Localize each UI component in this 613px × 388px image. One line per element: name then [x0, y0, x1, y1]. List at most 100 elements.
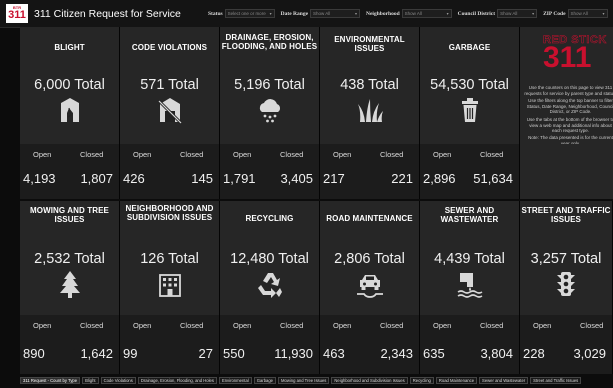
- trash-can-icon: [461, 98, 478, 122]
- open-label: Open: [33, 321, 52, 330]
- open-closed-counts: Open Closed 4,193 1,807: [20, 144, 120, 199]
- open-label: Open: [133, 321, 152, 330]
- chevron-down-icon: ▾: [355, 11, 358, 16]
- filter-value: Select one or more: [227, 11, 266, 16]
- category-panel-neighborhood-and-subdivision-issues[interactable]: NEIGHBORHOOD AND SUBDIVISION ISSUES 126 T…: [120, 201, 220, 315]
- sheet-tab-environmental[interactable]: Environmental: [218, 377, 252, 384]
- sheet-tab-recycling[interactable]: Recycling: [409, 377, 434, 384]
- category-panel-road-maintenance[interactable]: ROAD MAINTENANCE 2,806 Total: [320, 201, 420, 315]
- sheet-tab-neighborhood-and-subdivision-issues[interactable]: Neighborhood and Subdivision Issues: [331, 377, 408, 384]
- closed-count: 1,642: [80, 346, 113, 361]
- sheet-tab-street-and-traffic-issues[interactable]: Street and Traffic Issues: [530, 377, 582, 384]
- category-total: 4,439 Total: [434, 251, 505, 267]
- filter-dropdown[interactable]: Select one or more ▾: [224, 9, 275, 18]
- open-count: 4,193: [23, 171, 56, 186]
- category-total: 2,532 Total: [34, 251, 105, 267]
- app-title: 311 Citizen Request for Service: [34, 7, 181, 20]
- rain-cloud-icon: [259, 99, 280, 123]
- category-title: CODE VIOLATIONS: [131, 43, 208, 52]
- closed-count: 51,634: [473, 171, 513, 186]
- closed-label: Closed: [580, 321, 604, 330]
- sheet-tab-sewer-and-wastewater[interactable]: Sewer and Wastewater: [479, 377, 529, 384]
- open-count: 463: [323, 346, 345, 361]
- category-panel-sewer-and-wastewater[interactable]: SEWER AND WASTEWATER 4,439 Total: [420, 201, 520, 315]
- category-title: DRAINAGE, EROSION, FLOODING, AND HOLES: [221, 33, 318, 51]
- grass-icon: [357, 99, 383, 122]
- closed-label: Closed: [80, 150, 104, 159]
- filter-dropdown[interactable]: Show All ▾: [310, 9, 361, 18]
- closed-count: 3,804: [480, 346, 513, 361]
- sheet-tab-blight[interactable]: Blight: [82, 377, 99, 384]
- category-panel-recycling[interactable]: RECYCLING 12,480 Total: [220, 201, 320, 315]
- open-label: Open: [333, 321, 352, 330]
- closed-label: Closed: [80, 321, 104, 330]
- recycle-icon: [257, 273, 282, 298]
- open-label: Open: [233, 321, 252, 330]
- category-panel-code-violations[interactable]: CODE VIOLATIONS 571 Total: [120, 27, 220, 144]
- filter-label: ZIP Code: [543, 10, 566, 17]
- category-total: 54,530 Total: [430, 77, 509, 93]
- info-panel-continuation: [520, 144, 613, 199]
- filter-council-district: Council District Show All ▾: [458, 9, 538, 18]
- filter-date-range: Date Range Show All ▾: [281, 9, 361, 18]
- category-panel-garbage[interactable]: GARBAGE 54,530 Total: [420, 27, 520, 144]
- filter-value: Show All: [500, 11, 518, 16]
- category-total: 2,806 Total: [334, 251, 405, 267]
- category-panel-environmental-issues[interactable]: ENVIRONMENTAL ISSUES 438 Total: [320, 27, 420, 144]
- closed-count: 3,029: [573, 346, 606, 361]
- open-label: Open: [533, 321, 552, 330]
- info-text-tabs: Use the tabs at the bottom of the browse…: [526, 117, 613, 133]
- filter-dropdown[interactable]: Show All ▾: [567, 9, 608, 18]
- open-closed-counts: Open Closed 890 1,642: [20, 315, 120, 374]
- open-count: 426: [123, 171, 145, 186]
- category-total: 3,257 Total: [530, 251, 602, 267]
- closed-label: Closed: [480, 321, 504, 330]
- closed-count: 3,405: [280, 171, 313, 186]
- filter-zip-code: ZIP Code Show All ▾: [543, 9, 608, 18]
- category-title: SEWER AND WASTEWATER: [440, 206, 499, 224]
- category-panel-mowing-and-tree-issues[interactable]: MOWING AND TREE ISSUES 2,532 Total: [20, 201, 120, 315]
- chevron-down-icon: ▾: [269, 11, 272, 16]
- closed-count: 1,807: [80, 171, 113, 186]
- info-text-filters: Use the filters along the top banner to …: [526, 98, 613, 114]
- category-title: STREET AND TRAFFIC ISSUES: [521, 206, 611, 224]
- sheet-tab-311-request-count-by-type[interactable]: 311 Request - Count by Type: [20, 377, 81, 384]
- closed-label: Closed: [380, 150, 404, 159]
- open-count: 550: [223, 346, 245, 361]
- open-count: 228: [523, 346, 545, 361]
- filter-dropdown[interactable]: Show All ▾: [401, 9, 452, 18]
- category-total: 438 Total: [340, 77, 399, 93]
- open-count: 635: [423, 346, 445, 361]
- filter-label: Status: [208, 10, 223, 17]
- category-title: ROAD MAINTENANCE: [326, 214, 413, 223]
- open-label: Open: [433, 150, 452, 159]
- filter-label: Neighborhood: [366, 10, 400, 17]
- sheet-tab-mowing-and-tree-issues[interactable]: Mowing and Tree Issues: [278, 377, 330, 384]
- chevron-down-icon: ▾: [532, 11, 535, 16]
- open-count: 890: [23, 346, 45, 361]
- open-closed-counts: Open Closed 463 2,343: [320, 315, 420, 374]
- building-icon: [158, 274, 181, 297]
- category-title: ENVIRONMENTAL ISSUES: [334, 35, 405, 53]
- sewer-icon: [457, 273, 482, 298]
- info-panel: RED STICK 311 Use the counters on this p…: [520, 27, 613, 146]
- category-total: 5,196 Total: [234, 77, 305, 93]
- filter-dropdown[interactable]: Show All ▾: [497, 9, 538, 18]
- closed-label: Closed: [280, 150, 304, 159]
- closed-count: 2,343: [380, 346, 413, 361]
- closed-count: 221: [391, 171, 413, 186]
- category-panel-street-and-traffic-issues[interactable]: STREET AND TRAFFIC ISSUES 3,257 Total: [520, 201, 613, 315]
- open-label: Open: [333, 150, 352, 159]
- closed-label: Closed: [480, 150, 504, 159]
- category-panel-blight[interactable]: BLIGHT 6,000 Total: [20, 27, 120, 144]
- open-label: Open: [433, 321, 452, 330]
- category-title: GARBAGE: [448, 43, 491, 52]
- filter-value: Show All: [313, 11, 331, 16]
- category-panel-drainage-erosion-flooding-and-holes[interactable]: DRAINAGE, EROSION, FLOODING, AND HOLES 5,…: [220, 27, 320, 144]
- tree-icon: [59, 271, 80, 298]
- sheet-tab-drainage-erosion-flooding-and-holes[interactable]: Drainage, Erosion, Flooding, and Holes: [137, 377, 217, 384]
- sheet-tab-road-maintenance[interactable]: Road Maintenance: [435, 377, 478, 384]
- blight-icon: [60, 98, 79, 122]
- sheet-tab-code-violations[interactable]: Code Violations: [100, 377, 136, 384]
- sheet-tab-garbage[interactable]: Garbage: [253, 377, 277, 384]
